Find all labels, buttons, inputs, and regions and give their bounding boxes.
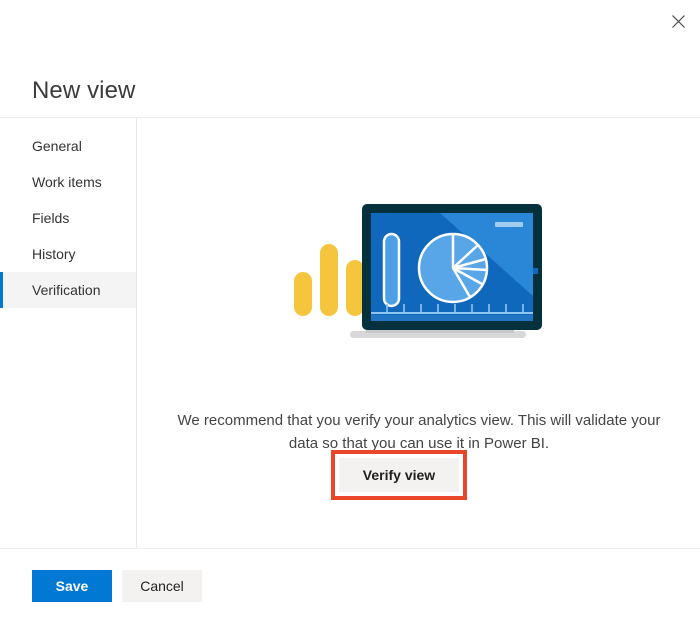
sidebar-item-label: General	[32, 138, 82, 154]
verification-pane: We recommend that you verify your analyt…	[138, 118, 700, 548]
selection-indicator	[0, 272, 3, 308]
sidebar-item-label: Work items	[32, 174, 102, 190]
analytics-tablet-icon	[138, 196, 700, 356]
sidebar-item-verification[interactable]: Verification	[0, 272, 136, 308]
new-view-dialog: New view General Work items Fields Histo…	[0, 0, 700, 619]
bar-short	[294, 272, 312, 316]
save-button[interactable]: Save	[32, 570, 112, 602]
axis-band	[371, 315, 533, 321]
pie-chart	[417, 232, 489, 304]
bar-tall	[320, 244, 338, 316]
verify-view-annotation: Verify view	[331, 450, 467, 500]
sidebar-item-history[interactable]: History	[0, 236, 136, 272]
sidebar-item-fields[interactable]: Fields	[0, 200, 136, 236]
sidebar-item-work-items[interactable]: Work items	[0, 164, 136, 200]
sidebar-item-label: Fields	[32, 210, 70, 226]
sidebar-item-label: History	[32, 246, 76, 262]
analytics-tablet-svg	[294, 204, 542, 338]
footer-buttons: Save Cancel	[32, 570, 202, 602]
recommendation-text: We recommend that you verify your analyt…	[177, 412, 661, 452]
sidebar-item-label: Verification	[32, 282, 101, 298]
close-glyph	[671, 14, 685, 28]
sidebar-item-general[interactable]: General	[0, 128, 136, 164]
dialog-header: New view	[0, 0, 700, 118]
dialog-sidebar: General Work items Fields History Verifi…	[0, 118, 137, 548]
verify-view-button[interactable]: Verify view	[339, 458, 459, 492]
screen-title-bar	[495, 222, 523, 227]
tablet-screen	[371, 213, 533, 321]
page-title: New view	[32, 77, 136, 104]
kpi-pill	[382, 232, 401, 308]
dialog-body: General Work items Fields History Verifi…	[0, 118, 700, 548]
close-icon[interactable]	[660, 4, 696, 38]
cancel-button[interactable]: Cancel	[122, 570, 202, 602]
tablet-side-button	[533, 268, 538, 274]
bar-mid	[346, 260, 364, 316]
dialog-footer: Save Cancel	[0, 548, 700, 619]
